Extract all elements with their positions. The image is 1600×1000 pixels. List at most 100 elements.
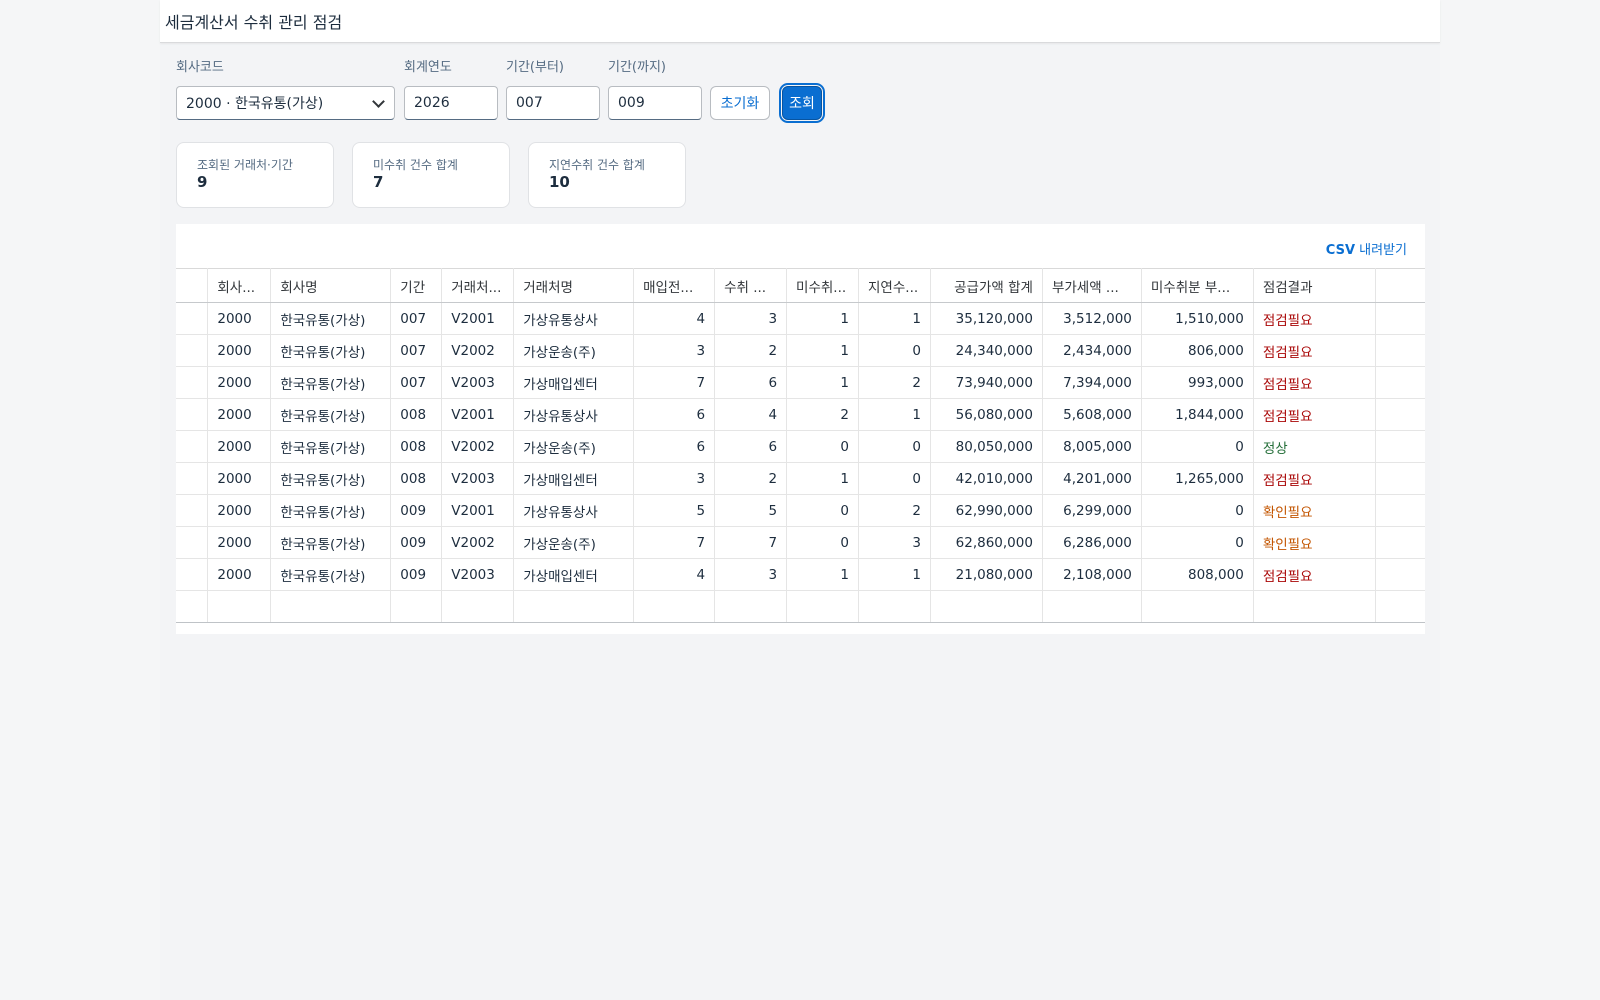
company-name-cell: 한국유통(가상) bbox=[270, 398, 392, 431]
table-row[interactable]: 2000 한국유통(가상) 007 V2003 가상매입센터 7 6 1 2 73,940,000… bbox=[176, 366, 1425, 399]
period-from-input[interactable]: 007 bbox=[506, 86, 600, 120]
period-cell: 008 bbox=[390, 462, 443, 495]
table-row[interactable]: 2000 한국유통(가상) 009 V2003 가상매입센터 4 3 1 1 21,080,000… bbox=[176, 558, 1425, 591]
missing-count-cell: 0 bbox=[786, 526, 860, 559]
fiscal-year-input[interactable]: 2026 bbox=[404, 86, 498, 120]
late-count-cell: 0 bbox=[858, 334, 931, 367]
column-header[interactable]: 미수취... bbox=[786, 268, 860, 303]
check-result-cell: 확인필요 bbox=[1253, 494, 1376, 527]
vat-amount-cell: 3,512,000 bbox=[1042, 302, 1142, 335]
company-code-select[interactable]: 2000 · 한국유통(가상) bbox=[176, 86, 395, 120]
csv-download-link[interactable]: CSV 내려받기 bbox=[1326, 239, 1407, 258]
row-select-cell[interactable] bbox=[176, 430, 209, 463]
row-select-cell[interactable] bbox=[176, 334, 209, 367]
purchase-count-cell: 5 bbox=[633, 494, 716, 527]
column-header[interactable]: 미수취분 부... bbox=[1141, 268, 1254, 303]
column-header[interactable]: 지연수... bbox=[858, 268, 931, 303]
received-count-cell: 2 bbox=[714, 462, 788, 495]
empty-cell bbox=[270, 590, 392, 623]
late-count-cell: 0 bbox=[858, 430, 931, 463]
table-row[interactable]: 2000 한국유통(가상) 009 V2002 가상운송(주) 7 7 0 3 62,860,00… bbox=[176, 526, 1425, 559]
period-from-label: 기간(부터) bbox=[506, 60, 564, 75]
table-row[interactable]: 2000 한국유통(가상) 008 V2003 가상매입센터 3 2 1 0 42,010,000… bbox=[176, 462, 1425, 495]
company-code-cell: 2000 bbox=[207, 526, 272, 559]
row-select-cell[interactable] bbox=[176, 526, 209, 559]
page: 세금계산서 수취 관리 점검 회사코드 2000 · 한국유통(가상) 회계연도… bbox=[160, 0, 1440, 1000]
column-header[interactable]: 회사명 bbox=[270, 268, 392, 303]
row-filler bbox=[1374, 462, 1425, 495]
company-code-cell: 2000 bbox=[207, 334, 272, 367]
vat-amount-cell: 6,299,000 bbox=[1042, 494, 1142, 527]
column-header[interactable]: 공급가액 합계 bbox=[930, 268, 1043, 303]
row-filler bbox=[1374, 398, 1425, 431]
purchase-count-cell: 3 bbox=[633, 334, 716, 367]
purchase-count-cell: 3 bbox=[633, 462, 716, 495]
column-header[interactable]: 거래처... bbox=[441, 268, 515, 303]
period-cell: 009 bbox=[390, 558, 443, 591]
chevron-down-icon bbox=[371, 96, 385, 110]
vendor-code-cell: V2001 bbox=[441, 302, 515, 335]
vat-amount-cell: 7,394,000 bbox=[1042, 366, 1142, 399]
vendor-code-cell: V2002 bbox=[441, 334, 515, 367]
check-result-cell: 점검필요 bbox=[1253, 302, 1376, 335]
received-count-cell: 5 bbox=[714, 494, 788, 527]
company-name-cell: 한국유통(가상) bbox=[270, 334, 392, 367]
column-header[interactable]: 점검결과 bbox=[1253, 268, 1376, 303]
table-body: 2000 한국유통(가상) 007 V2001 가상유통상사 4 3 1 1 35,120,000… bbox=[176, 302, 1425, 623]
empty-cell bbox=[633, 590, 716, 623]
late-count-cell: 2 bbox=[858, 494, 931, 527]
vat-amount-cell: 2,434,000 bbox=[1042, 334, 1142, 367]
purchase-count-cell: 6 bbox=[633, 430, 716, 463]
period-from-field: 기간(부터) 007 bbox=[506, 58, 600, 120]
column-header[interactable]: 수취 ... bbox=[714, 268, 788, 303]
company-code-field: 회사코드 2000 · 한국유통(가상) bbox=[176, 58, 395, 120]
empty-cell bbox=[1374, 590, 1425, 623]
row-select-cell[interactable] bbox=[176, 462, 209, 495]
period-cell: 008 bbox=[390, 430, 443, 463]
select-all-cell[interactable] bbox=[176, 268, 209, 303]
row-filler bbox=[1374, 430, 1425, 463]
period-to-input[interactable]: 009 bbox=[608, 86, 702, 120]
supply-amount-cell: 62,860,000 bbox=[930, 526, 1043, 559]
row-filler bbox=[1374, 302, 1425, 335]
csv-label: 내려받기 bbox=[1359, 243, 1407, 258]
period-cell: 007 bbox=[390, 334, 443, 367]
check-result-cell: 점검필요 bbox=[1253, 334, 1376, 367]
row-select-cell[interactable] bbox=[176, 494, 209, 527]
column-header[interactable]: 회사... bbox=[207, 268, 272, 303]
missing-vat-cell: 0 bbox=[1141, 430, 1254, 463]
company-name-cell: 한국유통(가상) bbox=[270, 558, 392, 591]
period-to-field: 기간(까지) 009 bbox=[608, 58, 702, 120]
vat-amount-cell: 4,201,000 bbox=[1042, 462, 1142, 495]
vat-amount-cell: 2,108,000 bbox=[1042, 558, 1142, 591]
table-row[interactable]: 2000 한국유통(가상) 007 V2001 가상유통상사 4 3 1 1 35,120,000… bbox=[176, 302, 1425, 335]
empty-row bbox=[176, 590, 1425, 623]
reset-button[interactable]: 초기화 bbox=[710, 86, 770, 120]
missing-vat-cell: 1,265,000 bbox=[1141, 462, 1254, 495]
row-select-cell[interactable] bbox=[176, 302, 209, 335]
table-row[interactable]: 2000 한국유통(가상) 008 V2001 가상유통상사 6 4 2 1 56,080,000… bbox=[176, 398, 1425, 431]
row-select-cell[interactable] bbox=[176, 398, 209, 431]
empty-cell bbox=[714, 590, 788, 623]
table-row[interactable]: 2000 한국유통(가상) 008 V2002 가상운송(주) 6 6 0 0 80,050,00… bbox=[176, 430, 1425, 463]
column-header[interactable]: 매입전... bbox=[633, 268, 716, 303]
table-row[interactable]: 2000 한국유통(가상) 007 V2002 가상운송(주) 3 2 1 0 24,340,00… bbox=[176, 334, 1425, 367]
column-header[interactable]: 기간 bbox=[390, 268, 443, 303]
row-filler bbox=[1374, 366, 1425, 399]
company-code-cell: 2000 bbox=[207, 462, 272, 495]
column-header[interactable]: 부가세액 ... bbox=[1042, 268, 1142, 303]
check-result-cell: 확인필요 bbox=[1253, 526, 1376, 559]
empty-cell bbox=[1042, 590, 1142, 623]
received-count-cell: 2 bbox=[714, 334, 788, 367]
table-header-row: 회사... 회사명 기간 거래처... 거래처명 매입전... 수취 ... 미… bbox=[176, 268, 1425, 303]
row-select-cell[interactable] bbox=[176, 558, 209, 591]
column-header[interactable]: 거래처명 bbox=[513, 268, 635, 303]
company-name-cell: 한국유통(가상) bbox=[270, 494, 392, 527]
search-button[interactable]: 조회 bbox=[779, 83, 825, 123]
row-select-cell[interactable] bbox=[176, 366, 209, 399]
header-filler bbox=[1374, 268, 1425, 303]
vendor-name-cell: 가상유통상사 bbox=[513, 398, 635, 431]
missing-count-cell: 1 bbox=[786, 302, 860, 335]
table-row[interactable]: 2000 한국유통(가상) 009 V2001 가상유통상사 5 5 0 2 62,990,000… bbox=[176, 494, 1425, 527]
missing-vat-cell: 1,844,000 bbox=[1141, 398, 1254, 431]
